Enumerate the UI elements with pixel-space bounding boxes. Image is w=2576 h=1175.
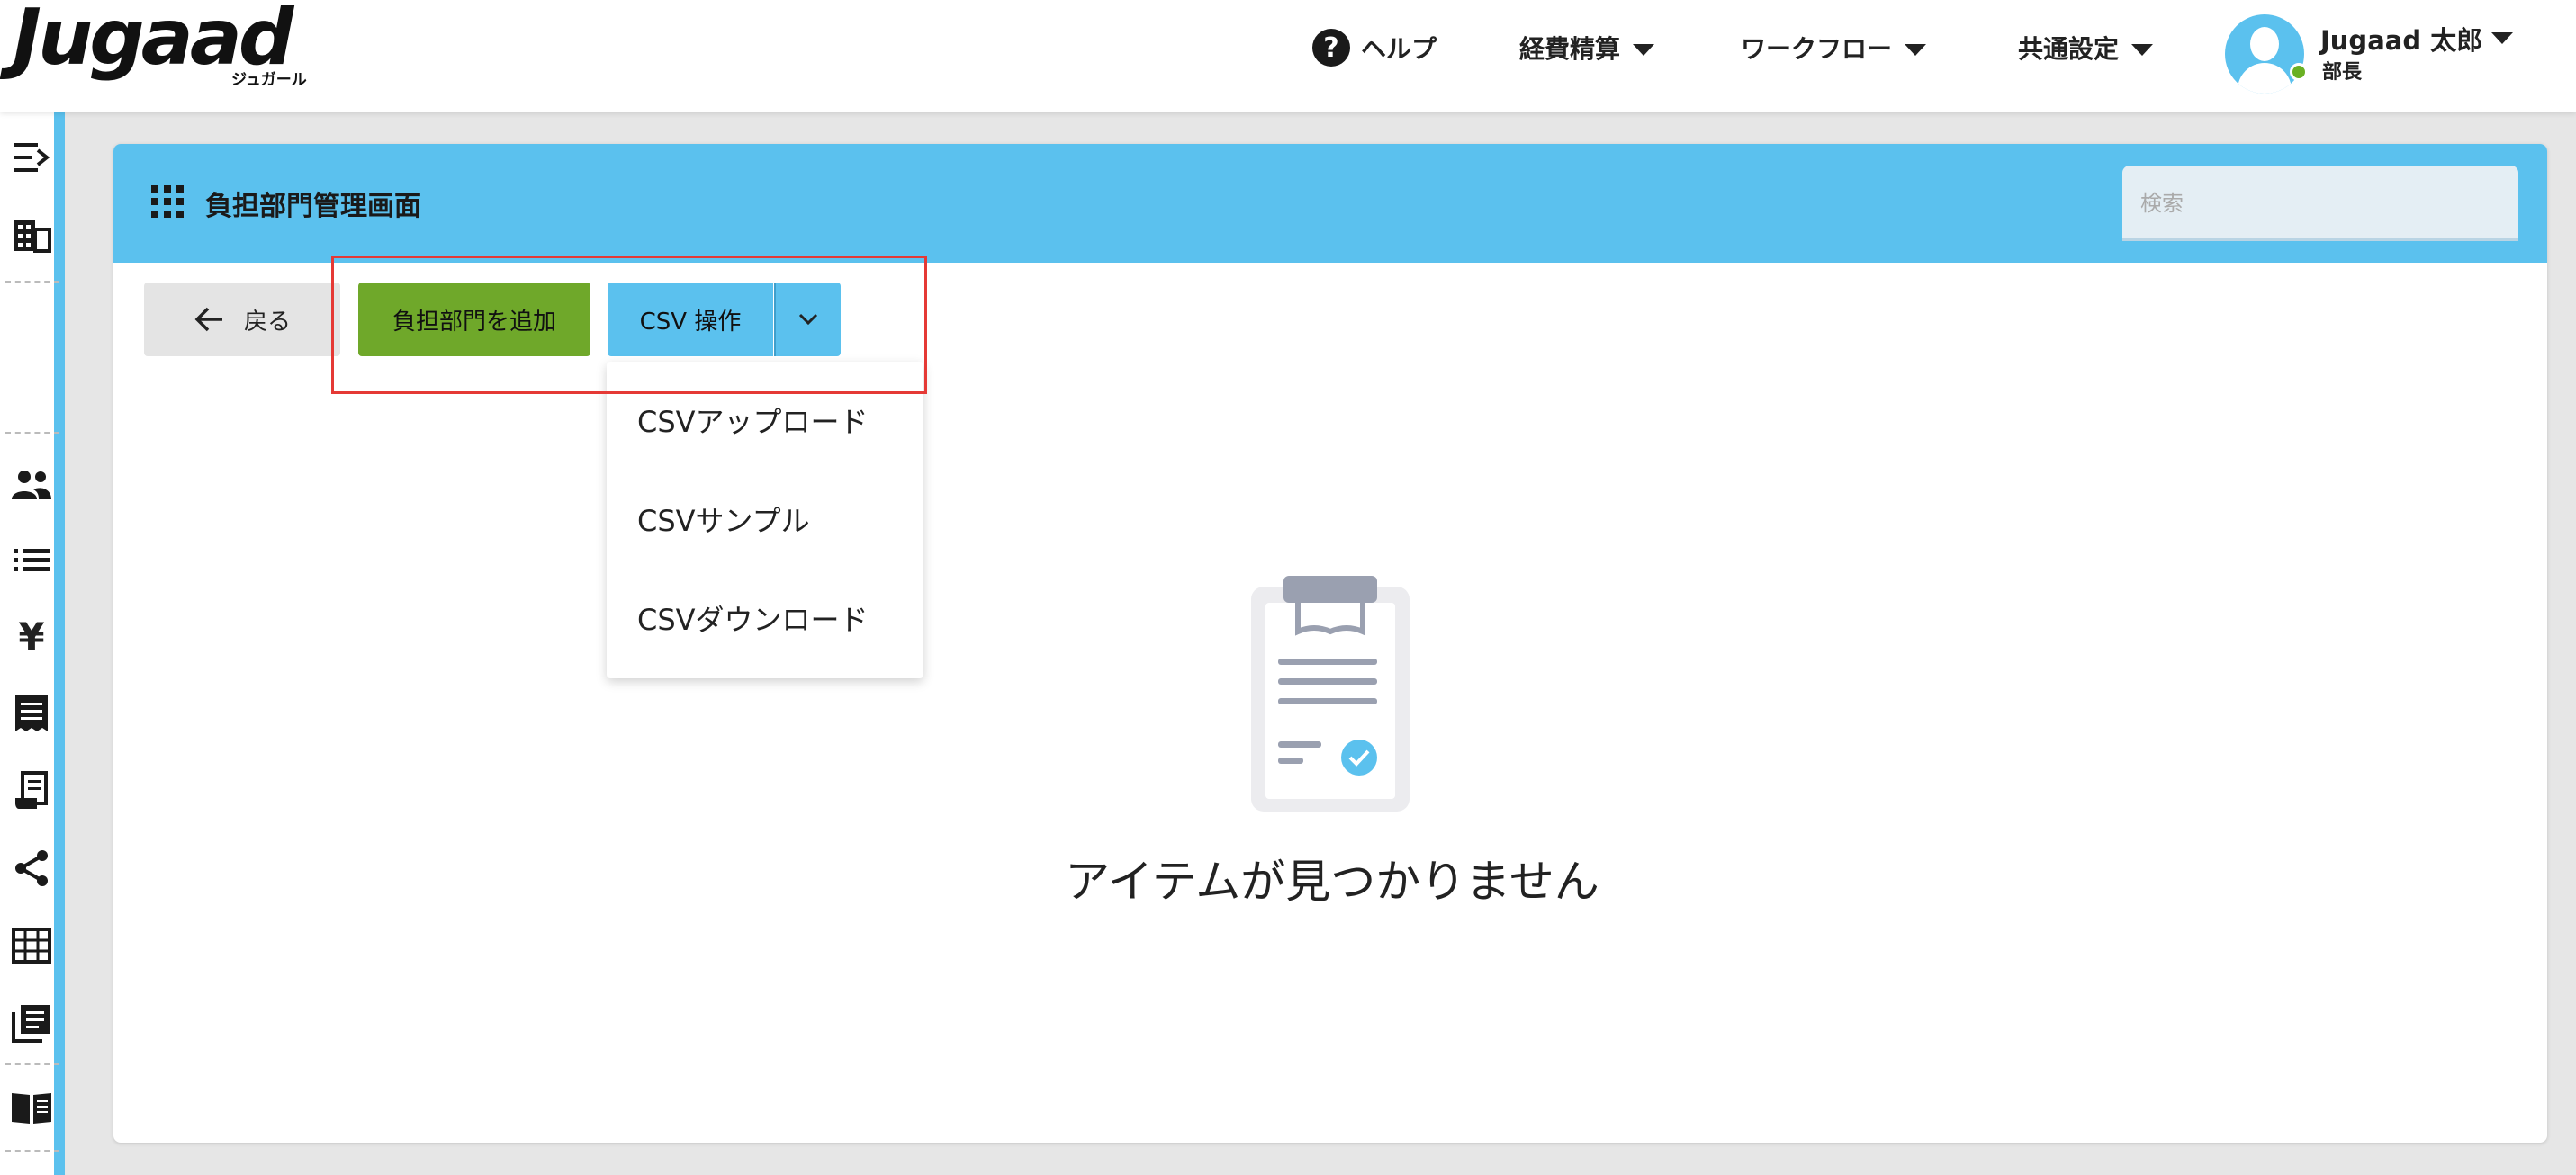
sidebar-divider: [5, 1150, 59, 1152]
nav-expense-label: 経費精算: [1519, 34, 1621, 64]
book-icon[interactable]: [7, 1083, 56, 1132]
avatar[interactable]: [2225, 14, 2304, 94]
back-button-label: 戻る: [243, 308, 291, 336]
user-role: 部長: [2322, 61, 2363, 84]
online-status-dot: [2290, 63, 2308, 81]
library-icon[interactable]: [7, 999, 56, 1047]
apps-grid-icon: [151, 185, 184, 218]
csv-dropdown-menu: CSVアップロード CSVサンプル CSVダウンロード: [607, 362, 923, 678]
user-name[interactable]: Jugaad 太郎: [2320, 20, 2482, 58]
back-button[interactable]: 戻る: [144, 283, 340, 356]
yen-icon[interactable]: ¥: [7, 612, 56, 660]
nav-settings[interactable]: 共通設定: [2018, 25, 2154, 70]
chevron-down-icon: [798, 313, 818, 326]
user-menu-caret-icon[interactable]: [2491, 31, 2513, 48]
arrow-left-icon: [194, 307, 222, 332]
people-icon[interactable]: [7, 461, 56, 509]
caret-down-icon: [1633, 43, 1655, 56]
top-bar: Jugaad ジュガール ? ヘルプ 経費精算 ワークフロー 共通設定 Juga…: [0, 0, 2576, 112]
menu-item-csv-sample[interactable]: CSVサンプル: [637, 498, 810, 540]
help-icon: ?: [1312, 29, 1350, 67]
menu-item-csv-upload[interactable]: CSVアップロード: [637, 399, 869, 441]
sidebar: ¥: [0, 112, 65, 1175]
nav-expense[interactable]: 経費精算: [1519, 25, 1655, 70]
nav-workflow-label: ワークフロー: [1741, 34, 1893, 64]
receipt-icon[interactable]: [7, 689, 56, 738]
share-icon[interactable]: [7, 844, 56, 892]
sidebar-divider: [5, 432, 59, 434]
invoice-icon[interactable]: [7, 767, 56, 815]
building-icon[interactable]: [7, 211, 56, 259]
csv-dropdown-toggle[interactable]: [774, 283, 841, 356]
more-icon[interactable]: [7, 1161, 56, 1175]
sidebar-expand-icon[interactable]: [7, 133, 56, 182]
logo-subtitle: ジュガール: [231, 71, 307, 89]
empty-clipboard-icon: [1247, 572, 1413, 815]
search-box: [2122, 166, 2518, 241]
caret-down-icon: [2131, 43, 2154, 56]
sidebar-divider: [5, 281, 59, 283]
sidebar-divider: [5, 1063, 59, 1065]
card-header: 負担部門管理画面: [113, 144, 2547, 263]
list-icon[interactable]: [7, 536, 56, 585]
nav-help-label: ヘルプ: [1361, 34, 1437, 64]
caret-down-icon: [1905, 43, 1927, 56]
table-icon[interactable]: [7, 921, 56, 970]
nav-workflow[interactable]: ワークフロー: [1741, 25, 1927, 70]
page-title: 負担部門管理画面: [205, 191, 421, 222]
nav-settings-label: 共通設定: [2018, 34, 2120, 64]
add-department-button[interactable]: 負担部門を追加: [358, 283, 590, 356]
menu-item-csv-download[interactable]: CSVダウンロード: [637, 597, 869, 639]
logo[interactable]: Jugaad ジュガール: [13, 0, 319, 90]
csv-operations-button[interactable]: CSV 操作: [608, 283, 773, 356]
empty-state-message: アイテムが見つかりません: [1065, 856, 1599, 908]
nav-help[interactable]: ? ヘルプ: [1312, 25, 1437, 70]
search-input[interactable]: [2140, 184, 2437, 223]
